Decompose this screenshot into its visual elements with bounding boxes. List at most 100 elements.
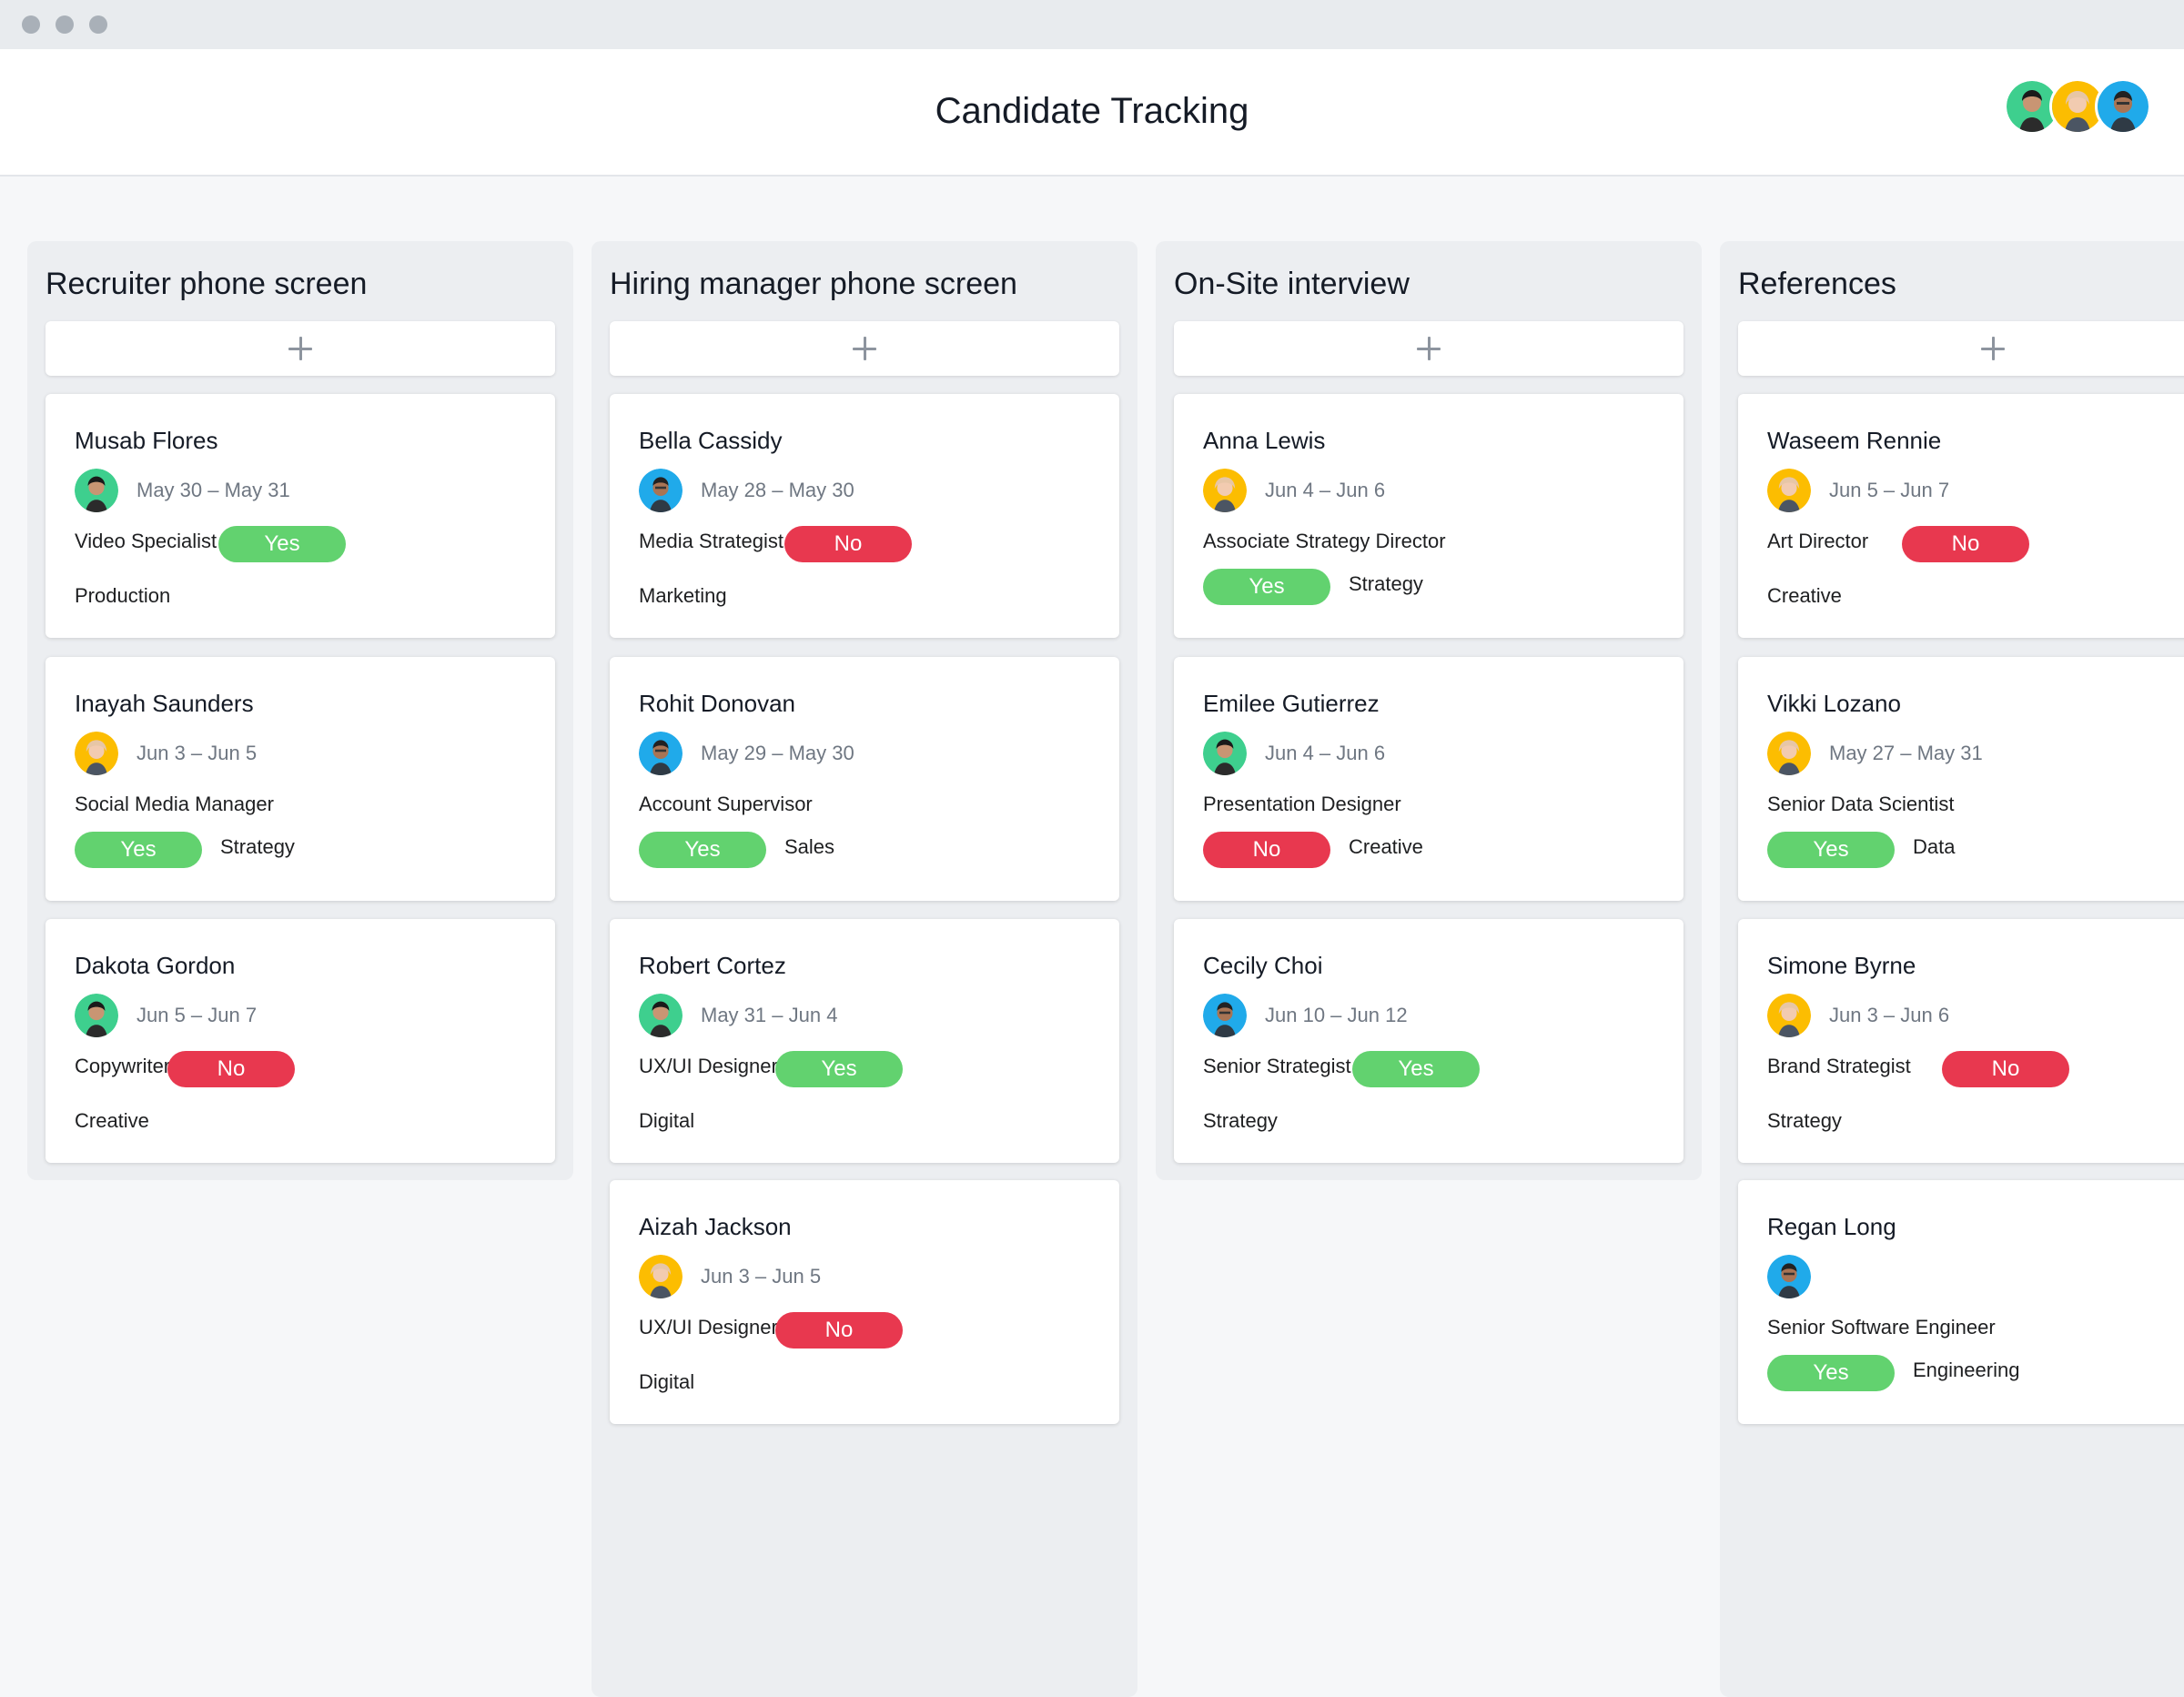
due-dates[interactable]: Jun 10 – Jun 12 bbox=[1265, 1004, 1408, 1027]
candidate-name: Cecily Choi bbox=[1203, 952, 1323, 979]
due-dates[interactable]: May 30 – May 31 bbox=[136, 479, 290, 502]
due-dates[interactable]: May 29 – May 30 bbox=[701, 742, 854, 765]
candidate-role: Copywriter bbox=[75, 1055, 171, 1077]
candidate-card[interactable]: Regan Long Senior Software Engineer Yes Eng… bbox=[1738, 1180, 2184, 1424]
candidate-card[interactable]: Musab Flores May 30 – May 31 Video Special… bbox=[46, 394, 555, 638]
avatar[interactable] bbox=[1203, 994, 1247, 1037]
status-badge[interactable]: Yes bbox=[1352, 1051, 1480, 1087]
candidate-name: Waseem Rennie bbox=[1767, 427, 1942, 454]
status-badge[interactable]: Yes bbox=[1203, 569, 1330, 605]
add-task-button[interactable] bbox=[46, 321, 555, 376]
department-label: Creative bbox=[75, 1109, 149, 1132]
candidate-name: Inayah Saunders bbox=[75, 690, 254, 717]
candidate-card[interactable]: Aizah Jackson Jun 3 – Jun 5 UX/UI Designer… bbox=[610, 1180, 1119, 1424]
avatar[interactable] bbox=[1767, 1255, 1811, 1298]
candidate-role: Senior Software Engineer bbox=[1767, 1316, 1996, 1338]
avatar[interactable] bbox=[1767, 469, 1811, 512]
avatar[interactable] bbox=[1203, 469, 1247, 512]
status-badge[interactable]: No bbox=[775, 1312, 903, 1349]
candidate-card[interactable]: Simone Byrne Jun 3 – Jun 6 Brand Strategis… bbox=[1738, 919, 2184, 1163]
column-title[interactable]: Hiring manager phone screen bbox=[610, 267, 1017, 302]
status-badge[interactable]: Yes bbox=[775, 1051, 903, 1087]
due-dates[interactable]: May 28 – May 30 bbox=[701, 479, 854, 502]
due-dates[interactable]: Jun 4 – Jun 6 bbox=[1265, 479, 1385, 502]
department-label: Creative bbox=[1349, 835, 1423, 858]
candidate-name: Dakota Gordon bbox=[75, 952, 236, 979]
window-close-dot[interactable] bbox=[22, 15, 40, 34]
due-dates[interactable]: Jun 3 – Jun 5 bbox=[136, 742, 257, 765]
due-dates[interactable]: Jun 3 – Jun 6 bbox=[1829, 1004, 1949, 1027]
plus-icon bbox=[288, 337, 312, 360]
department-label: Sales bbox=[784, 835, 835, 858]
candidate-card[interactable]: Anna Lewis Jun 4 – Jun 6 Associate Strateg… bbox=[1174, 394, 1684, 638]
candidate-role: Account Supervisor bbox=[639, 793, 813, 815]
candidate-name: Robert Cortez bbox=[639, 952, 786, 979]
avatar[interactable] bbox=[75, 469, 118, 512]
candidate-name: Aizah Jackson bbox=[639, 1213, 792, 1240]
avatar[interactable] bbox=[1767, 994, 1811, 1037]
status-badge[interactable]: Yes bbox=[75, 832, 202, 868]
avatar[interactable] bbox=[75, 732, 118, 775]
candidate-name: Emilee Gutierrez bbox=[1203, 690, 1380, 717]
due-dates[interactable]: Jun 5 – Jun 7 bbox=[136, 1004, 257, 1027]
candidate-card[interactable]: Emilee Gutierrez Jun 4 – Jun 6 Presentatio… bbox=[1174, 657, 1684, 901]
status-badge[interactable]: No bbox=[1902, 526, 2029, 562]
avatar[interactable] bbox=[639, 994, 682, 1037]
department-label: Data bbox=[1913, 835, 1956, 858]
status-badge[interactable]: Yes bbox=[218, 526, 346, 562]
avatar[interactable] bbox=[75, 994, 118, 1037]
candidate-card[interactable]: Bella Cassidy May 28 – May 30 Media Strate… bbox=[610, 394, 1119, 638]
candidate-card[interactable]: Cecily Choi Jun 10 – Jun 12 Senior Strateg… bbox=[1174, 919, 1684, 1163]
status-badge[interactable]: No bbox=[784, 526, 912, 562]
page-title: Candidate Tracking bbox=[935, 91, 1249, 131]
column-title[interactable]: On-Site interview bbox=[1174, 267, 1410, 302]
candidate-role: Art Director bbox=[1767, 530, 1869, 552]
department-label: Digital bbox=[639, 1370, 695, 1393]
window-minimize-dot[interactable] bbox=[56, 15, 74, 34]
avatar[interactable] bbox=[639, 732, 682, 775]
department-label: Digital bbox=[639, 1109, 695, 1132]
due-dates[interactable]: Jun 5 – Jun 7 bbox=[1829, 479, 1949, 502]
avatar[interactable] bbox=[1767, 732, 1811, 775]
due-dates[interactable]: Jun 3 – Jun 5 bbox=[701, 1265, 821, 1288]
board-column: References Waseem Rennie Jun 5 – Jun 7 Art … bbox=[1720, 241, 2184, 1697]
candidate-card[interactable]: Vikki Lozano May 27 – May 31 Senior Data S… bbox=[1738, 657, 2184, 901]
plus-icon bbox=[853, 337, 876, 360]
candidate-card[interactable]: Robert Cortez May 31 – Jun 4 UX/UI Designe… bbox=[610, 919, 1119, 1163]
candidate-card[interactable]: Dakota Gordon Jun 5 – Jun 7 Copywriter No Cr… bbox=[46, 919, 555, 1163]
column-title[interactable]: Recruiter phone screen bbox=[46, 267, 367, 302]
due-dates[interactable]: May 31 – Jun 4 bbox=[701, 1004, 837, 1027]
window-maximize-dot[interactable] bbox=[89, 15, 107, 34]
candidate-card[interactable]: Rohit Donovan May 29 – May 30 Account Supe… bbox=[610, 657, 1119, 901]
status-badge[interactable]: Yes bbox=[639, 832, 766, 868]
due-dates[interactable]: May 27 – May 31 bbox=[1829, 742, 1983, 765]
candidate-role: Brand Strategist bbox=[1767, 1055, 1911, 1077]
avatar[interactable] bbox=[1203, 732, 1247, 775]
department-label: Strategy bbox=[1767, 1109, 1842, 1132]
add-task-button[interactable] bbox=[1738, 321, 2184, 376]
board-column: Recruiter phone screen Musab Flores May 30… bbox=[27, 241, 573, 1180]
add-task-button[interactable] bbox=[1174, 321, 1684, 376]
add-task-button[interactable] bbox=[610, 321, 1119, 376]
candidate-name: Anna Lewis bbox=[1203, 427, 1326, 454]
column-title[interactable]: References bbox=[1738, 267, 1896, 302]
department-label: Strategy bbox=[1203, 1109, 1278, 1132]
avatar[interactable] bbox=[2095, 78, 2151, 135]
status-badge[interactable]: No bbox=[1203, 832, 1330, 868]
status-badge[interactable]: Yes bbox=[1767, 1355, 1895, 1391]
department-label: Engineering bbox=[1913, 1359, 2020, 1381]
project-header: Candidate Tracking bbox=[0, 49, 2184, 177]
candidate-role: Video Specialist bbox=[75, 530, 217, 552]
candidate-role: Senior Data Scientist bbox=[1767, 793, 1955, 815]
due-dates[interactable]: Jun 4 – Jun 6 bbox=[1265, 742, 1385, 765]
avatar[interactable] bbox=[639, 469, 682, 512]
candidate-card[interactable]: Inayah Saunders Jun 3 – Jun 5 Social Media… bbox=[46, 657, 555, 901]
department-label: Creative bbox=[1767, 584, 1842, 607]
candidate-card[interactable]: Waseem Rennie Jun 5 – Jun 7 Art Director No… bbox=[1738, 394, 2184, 638]
plus-icon bbox=[1417, 337, 1441, 360]
status-badge[interactable]: No bbox=[167, 1051, 295, 1087]
avatar[interactable] bbox=[639, 1255, 682, 1298]
status-badge[interactable]: Yes bbox=[1767, 832, 1895, 868]
candidate-role: Presentation Designer bbox=[1203, 793, 1401, 815]
status-badge[interactable]: No bbox=[1942, 1051, 2069, 1087]
